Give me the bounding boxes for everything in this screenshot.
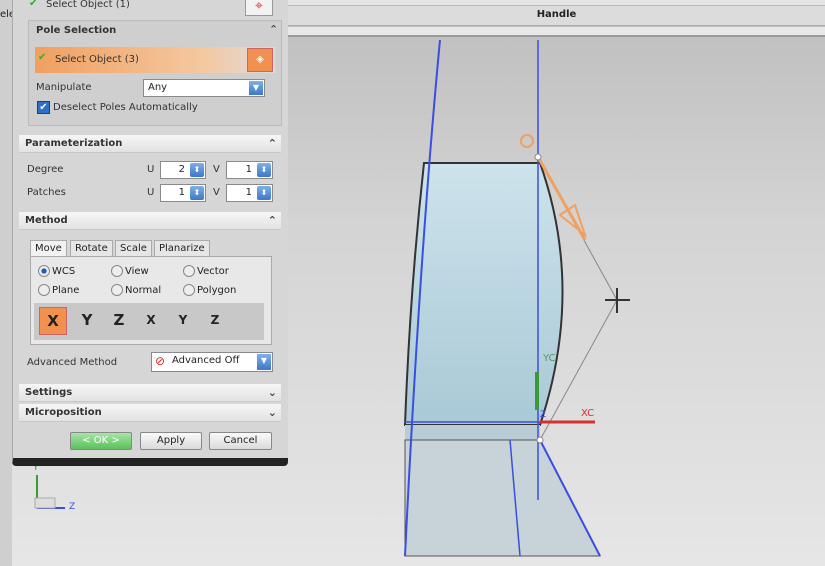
u-label: U (147, 187, 155, 198)
xz-plane-icon[interactable]: Y (169, 307, 197, 335)
advanced-method-label: Advanced Method (27, 357, 118, 368)
yc-label: YC (543, 353, 556, 364)
degree-label: Degree (27, 164, 64, 175)
u-label: U (147, 164, 155, 175)
microposition-title: Microposition (25, 407, 102, 418)
settings-header[interactable]: Settings ⌄ (19, 384, 281, 402)
radio-vector[interactable]: Vector (183, 265, 229, 277)
radio-view[interactable]: View (111, 265, 149, 277)
select-object-row[interactable]: ✔ Select Object (3) ◈ (35, 47, 275, 73)
spinner-arrows-icon[interactable]: ⬍ (190, 186, 204, 200)
yz-plane-icon[interactable]: X (137, 307, 165, 335)
chevron-up-icon[interactable]: ⌃ (269, 23, 278, 36)
radio-label: Vector (197, 265, 229, 277)
chevron-down-icon: ▼ (249, 81, 263, 95)
deselect-label: Deselect Poles Automatically (53, 102, 198, 113)
parameterization-header[interactable]: Parameterization ⌃ (19, 135, 281, 153)
select-object-label: Select Object (3) (55, 54, 139, 65)
chevron-down-icon: ⌄ (267, 406, 277, 419)
pole-selection-title: Pole Selection (36, 25, 117, 36)
view-title: Handle (288, 6, 825, 26)
triad-z-label: Z (69, 502, 76, 512)
radio-wcs[interactable]: WCS (38, 265, 75, 277)
radio-label: Plane (52, 284, 80, 296)
parameterization-title: Parameterization (25, 138, 123, 149)
select-object-top[interactable]: Select Object (1) (46, 0, 130, 10)
radio-polygon[interactable]: Polygon (183, 284, 236, 296)
check-icon: ✔ (29, 0, 38, 9)
radio-normal[interactable]: Normal (111, 284, 161, 296)
x-form-dialog: ✔ Select Object (1) ⌖ Pole Selection ⌃ ✔… (12, 0, 288, 466)
advanced-value: Advanced Off (172, 355, 240, 366)
degree-u-value: 2 (178, 164, 185, 175)
apply-button[interactable]: Apply (140, 432, 202, 450)
z-axis-icon[interactable]: Z (105, 307, 133, 335)
patches-u-spinner[interactable]: 1 ⬍ (160, 184, 206, 202)
radio-label: WCS (52, 265, 76, 277)
degree-v-spinner[interactable]: 1 ⬍ (226, 161, 273, 179)
chevron-down-icon: ▼ (257, 354, 271, 370)
xy-plane-icon[interactable]: Z (201, 307, 229, 335)
microposition-header[interactable]: Microposition ⌄ (19, 404, 281, 422)
spinner-arrows-icon[interactable]: ⬍ (257, 163, 271, 177)
v-label: V (213, 164, 220, 175)
chevron-up-icon: ⌃ (267, 137, 277, 150)
zc-label: Z (540, 410, 547, 420)
crosshair-select-button[interactable]: ⌖ (245, 0, 273, 16)
patches-v-spinner[interactable]: 1 ⬍ (226, 184, 273, 202)
deselect-checkbox[interactable]: ✔ (37, 101, 50, 114)
radio-label: Normal (125, 284, 162, 296)
v-label: V (213, 187, 220, 198)
degree-u-spinner[interactable]: 2 ⬍ (160, 161, 206, 179)
chevron-down-icon: ⌄ (267, 386, 277, 399)
tab-planarize[interactable]: Planarize (154, 240, 210, 257)
tab-scale[interactable]: Scale (115, 240, 152, 257)
y-axis-icon[interactable]: Y (73, 307, 101, 335)
patches-v-value: 1 (245, 187, 252, 198)
spinner-arrows-icon[interactable]: ⬍ (257, 186, 271, 200)
move-cursor-icon (605, 288, 630, 313)
check-icon: ✔ (38, 52, 47, 63)
manipulate-dropdown[interactable]: Any ▼ (143, 79, 265, 97)
radio-label: Polygon (197, 284, 237, 296)
patches-label: Patches (27, 187, 66, 198)
sub-toolbar (288, 27, 825, 37)
prohibited-icon: ⊘ (155, 354, 166, 368)
manipulate-label: Manipulate (36, 82, 92, 93)
tab-rotate[interactable]: Rotate (70, 240, 113, 257)
radio-plane[interactable]: Plane (38, 284, 79, 296)
pole-select-icon[interactable]: ◈ (247, 48, 273, 72)
xc-label: XC (581, 408, 595, 419)
ok-button[interactable]: < OK > (70, 432, 132, 450)
radio-label: View (125, 265, 149, 277)
settings-title: Settings (25, 387, 73, 398)
manipulate-value: Any (148, 82, 168, 93)
spinner-arrows-icon[interactable]: ⬍ (190, 163, 204, 177)
degree-v-value: 1 (245, 164, 252, 175)
patches-u-value: 1 (178, 187, 185, 198)
lower-face (405, 425, 540, 440)
x-axis-icon[interactable]: X (39, 307, 67, 335)
method-header[interactable]: Method ⌃ (19, 212, 281, 230)
tab-move[interactable]: Move (30, 240, 67, 257)
advanced-method-dropdown[interactable]: ⊘ Advanced Off ▼ (151, 352, 273, 372)
chevron-up-icon: ⌃ (267, 214, 277, 227)
cancel-button[interactable]: Cancel (209, 432, 272, 450)
left-panel-edge: ele (0, 0, 15, 566)
method-title: Method (25, 215, 68, 226)
